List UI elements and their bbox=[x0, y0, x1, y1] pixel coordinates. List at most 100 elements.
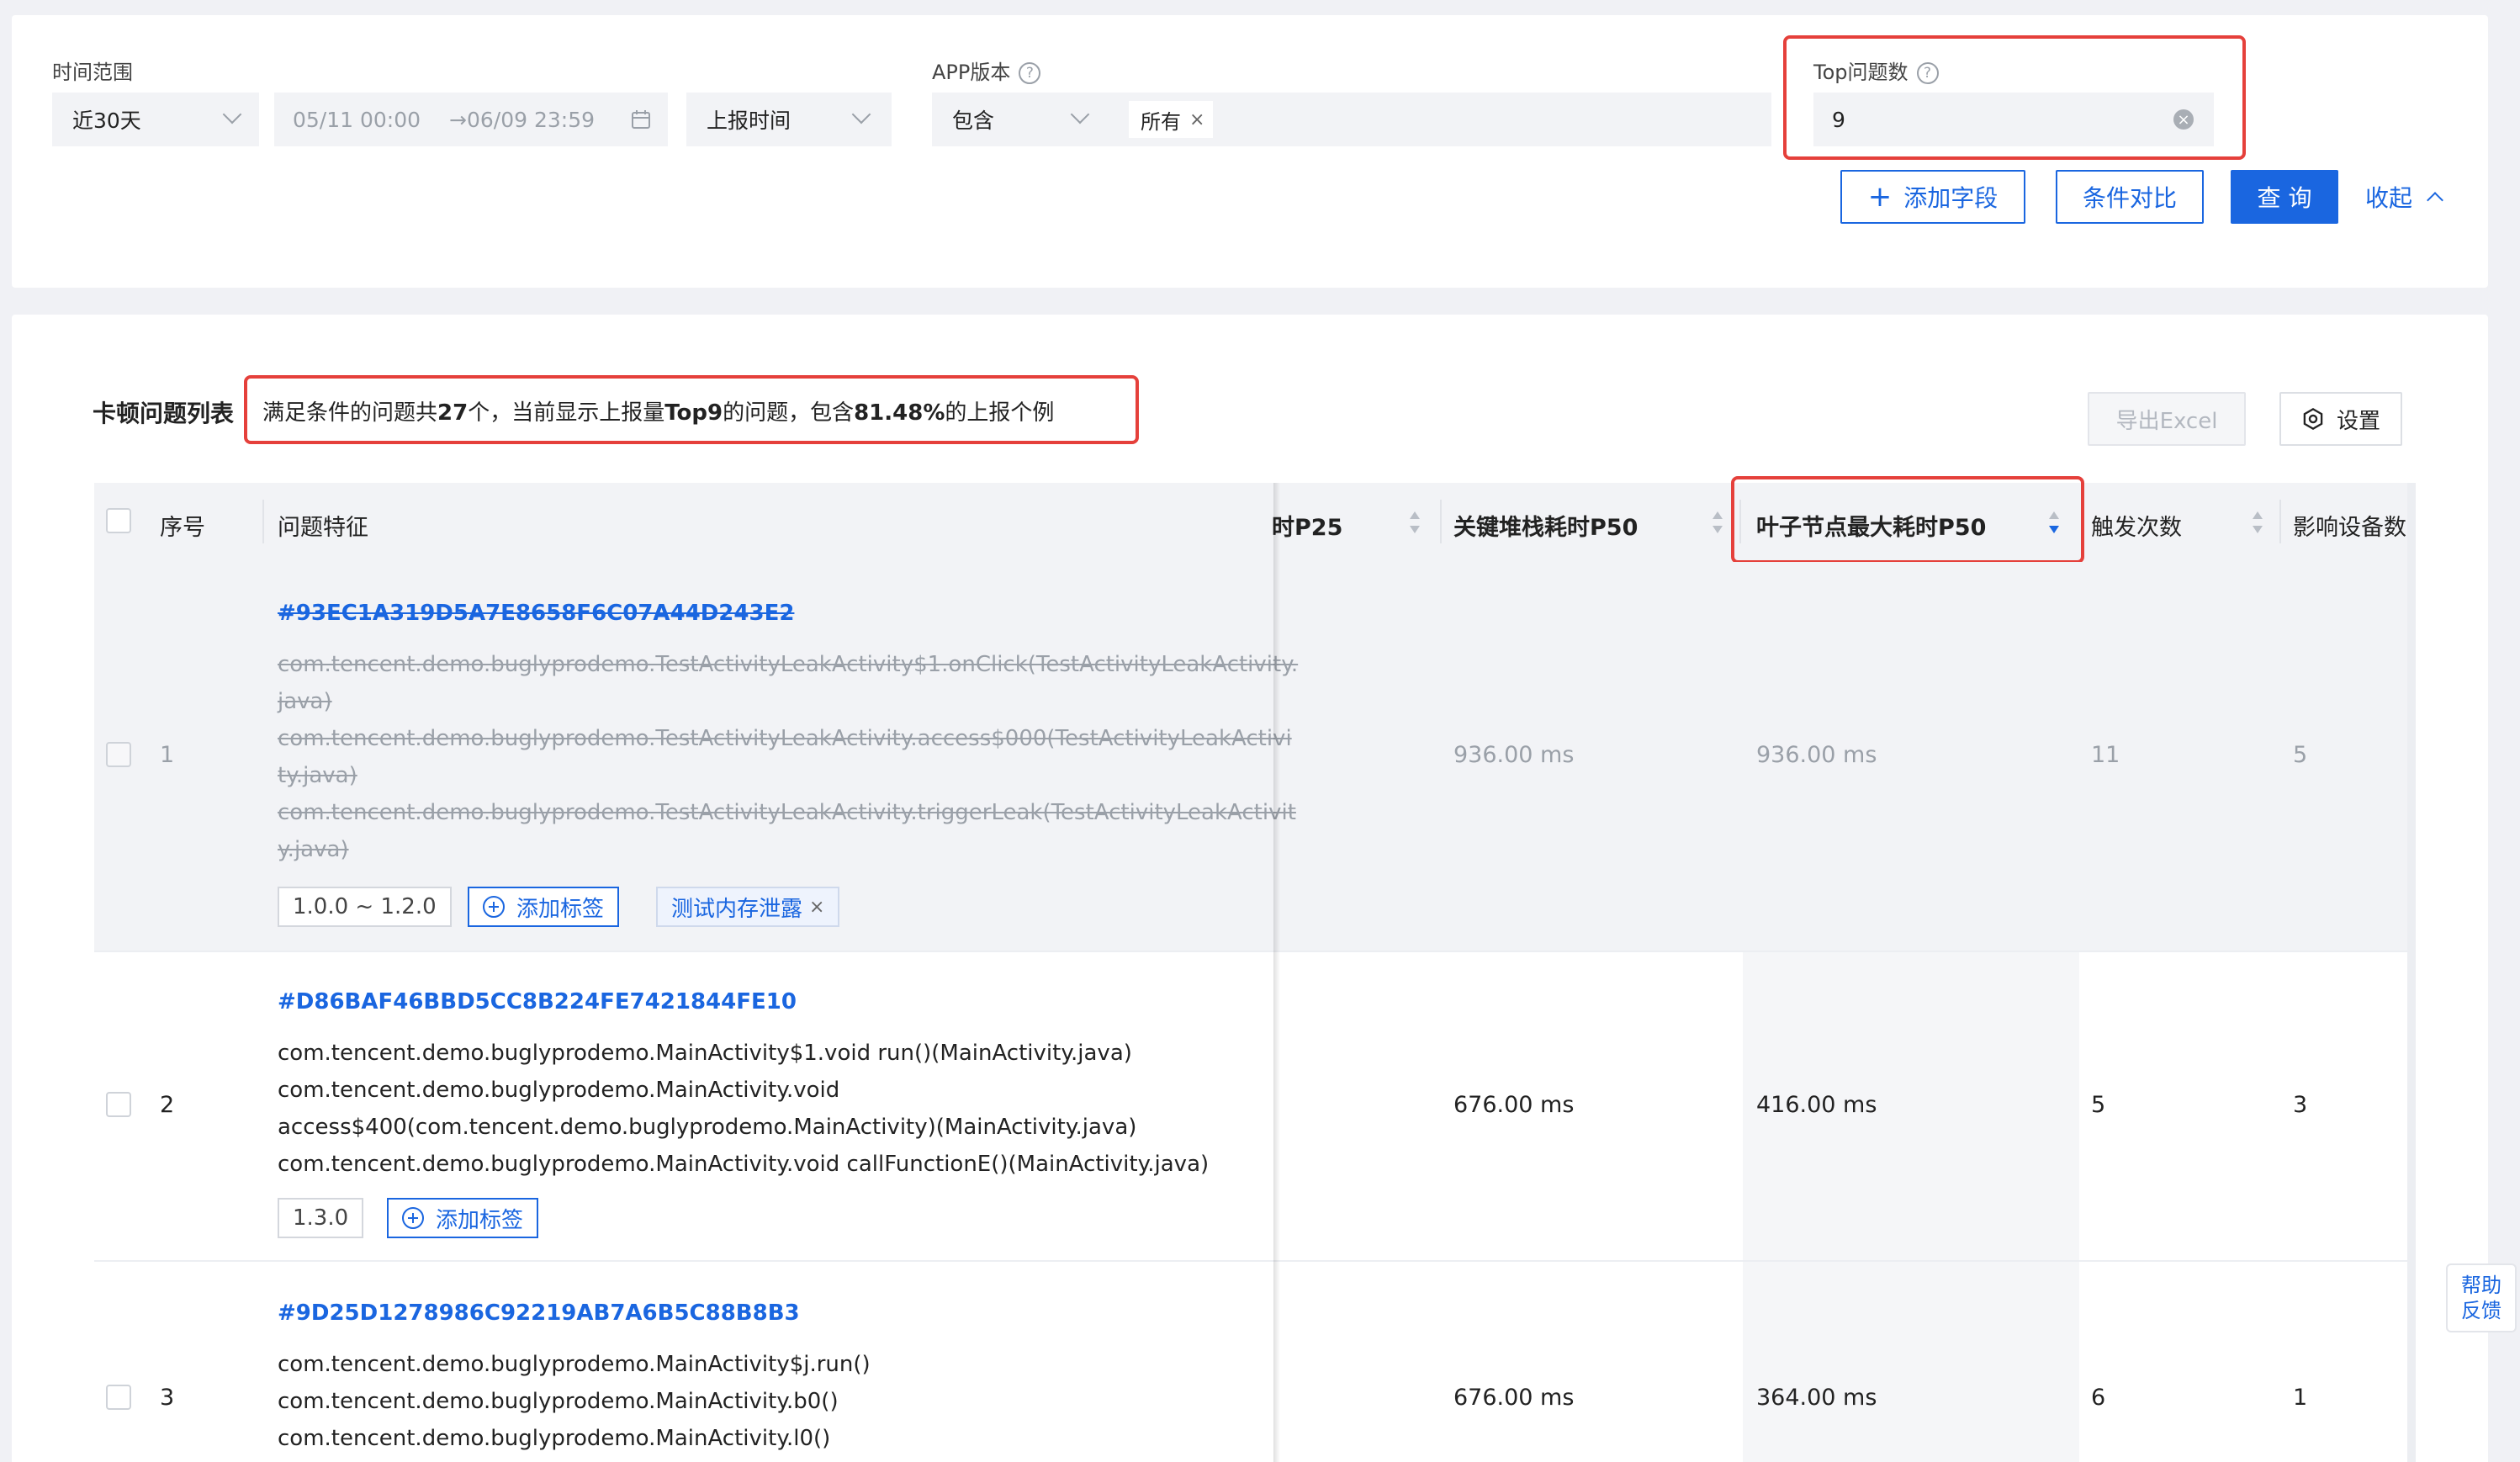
add-tag-button[interactable]: 添加标签 bbox=[387, 1198, 539, 1238]
export-excel-button[interactable]: 导出Excel bbox=[2088, 392, 2246, 446]
date-range-picker[interactable]: 05/11 00:00 → 06/09 23:59 bbox=[274, 93, 668, 146]
query-button[interactable]: 查 询 bbox=[2231, 170, 2338, 224]
summary-prefix: 满足条件的问题共 bbox=[262, 400, 438, 426]
help-icon[interactable]: ? bbox=[1019, 62, 1041, 84]
stack-line: y.java) bbox=[278, 837, 349, 862]
gear-icon bbox=[2303, 407, 2323, 431]
plus-icon: + bbox=[1867, 180, 1893, 214]
issue-stack: com.tencent.demo.buglyprodemo.TestActivi… bbox=[278, 646, 1299, 868]
list-title: 卡顿问题列表 bbox=[93, 400, 235, 427]
app-version-filter: 包含 所有 × bbox=[932, 93, 1771, 146]
stack-line: com.tencent.demo.buglyprodemo.TestActivi… bbox=[278, 652, 1299, 677]
list-summary: 满足条件的问题共27个，当前显示上报量Top9的问题，包含81.48%的上报个例 bbox=[262, 395, 1054, 426]
add-tag-button[interactable]: 添加标签 bbox=[468, 887, 620, 927]
sorted-column-cell bbox=[1743, 1262, 2079, 1462]
chevron-up-icon bbox=[2427, 192, 2443, 209]
stack-line: com.tencent.demo.buglyprodemo.MainActivi… bbox=[278, 1078, 840, 1103]
add-circle-icon bbox=[483, 896, 505, 918]
time-range-label: 时间范围 bbox=[52, 61, 133, 84]
sort-icon[interactable] bbox=[2253, 510, 2263, 535]
column-devices[interactable]: 影响设备数 bbox=[2293, 509, 2407, 542]
issue-hash-link[interactable]: #9D25D1278986C92219AB7A6B5C88B8B3 bbox=[278, 1300, 800, 1326]
settings-button[interactable]: 设置 bbox=[2279, 392, 2402, 446]
column-p25[interactable]: 时P25 bbox=[1272, 509, 1342, 542]
row-checkbox[interactable] bbox=[106, 1092, 131, 1117]
issue-stack: com.tencent.demo.buglyprodemo.MainActivi… bbox=[278, 1346, 1262, 1457]
select-all-checkbox[interactable] bbox=[106, 508, 131, 533]
add-tag-label: 添加标签 bbox=[436, 1207, 524, 1233]
add-field-button[interactable]: + 添加字段 bbox=[1840, 170, 2025, 224]
help-feedback-button[interactable]: 帮助 反馈 bbox=[2446, 1263, 2517, 1332]
trigger-value: 11 bbox=[2091, 742, 2120, 768]
top-count-value: 9 bbox=[1832, 107, 1845, 132]
row-index: 1 bbox=[160, 742, 175, 768]
sort-icon[interactable] bbox=[1410, 510, 1420, 535]
help-icon[interactable]: ? bbox=[1916, 62, 1939, 84]
stack-line: java) bbox=[278, 689, 332, 714]
app-version-op: 包含 bbox=[952, 109, 995, 133]
summary-count: 27 bbox=[437, 400, 469, 426]
trigger-value: 6 bbox=[2091, 1385, 2106, 1411]
sort-icon[interactable] bbox=[2049, 510, 2059, 535]
compare-button[interactable]: 条件对比 bbox=[2056, 170, 2204, 224]
help-label: 帮助 bbox=[2461, 1274, 2501, 1297]
top-count-input[interactable]: 9 × bbox=[1813, 93, 2214, 146]
leaf-p50-value: 416.00 ms bbox=[1756, 1092, 1877, 1118]
column-stack-p50[interactable]: 关键堆栈耗时P50 bbox=[1453, 509, 1638, 542]
row-checkbox[interactable] bbox=[106, 742, 131, 767]
column-divider bbox=[1440, 500, 1442, 543]
collapse-button[interactable]: 收起 bbox=[2365, 180, 2443, 214]
app-version-tag: 所有 × bbox=[1129, 101, 1214, 138]
settings-label: 设置 bbox=[2336, 408, 2380, 434]
stack-p50-value: 676.00 ms bbox=[1453, 1385, 1575, 1411]
horizontal-scroll-edge bbox=[2407, 483, 2416, 1462]
devices-value: 1 bbox=[2293, 1385, 2308, 1411]
collapse-label: 收起 bbox=[2365, 184, 2413, 212]
stack-line: com.tencent.demo.buglyprodemo.TestActivi… bbox=[278, 800, 1296, 825]
custom-tag: 测试内存泄露 × bbox=[656, 887, 840, 927]
issue-hash-link[interactable]: #D86BAF46BBD5CC8B224FE7421844FE10 bbox=[278, 989, 797, 1014]
issue-hash-link[interactable]: #93EC1A319D5A7E8658F6C07A44D243E2 bbox=[278, 601, 794, 626]
version-tag: 1.0.0 ~ 1.2.0 bbox=[278, 887, 452, 927]
time-type-select[interactable]: 上报时间 bbox=[686, 93, 892, 146]
version-tag: 1.3.0 bbox=[278, 1198, 364, 1238]
add-field-label: 添加字段 bbox=[1903, 184, 1999, 212]
close-icon[interactable]: × bbox=[809, 897, 824, 918]
row-index: 3 bbox=[160, 1385, 175, 1411]
summary-top: Top9 bbox=[664, 400, 723, 426]
date-arrow: → bbox=[449, 107, 467, 132]
stack-line: com.tencent.demo.buglyprodemo.MainActivi… bbox=[278, 1426, 831, 1451]
summary-percent: 81.48% bbox=[854, 400, 945, 426]
top-count-label-text: Top问题数 bbox=[1813, 61, 1909, 84]
chevron-down-icon bbox=[222, 104, 242, 124]
add-circle-icon bbox=[402, 1207, 424, 1229]
clear-icon[interactable]: × bbox=[2173, 109, 2194, 130]
stack-line: access$400(com.tencent.demo.buglyprodemo… bbox=[278, 1115, 1137, 1140]
trigger-value: 5 bbox=[2091, 1092, 2106, 1118]
time-range-value: 近30天 bbox=[72, 109, 141, 133]
date-end: 06/09 23:59 bbox=[467, 107, 596, 132]
time-type-value: 上报时间 bbox=[707, 109, 791, 133]
sort-icon[interactable] bbox=[1713, 510, 1723, 535]
column-index: 序号 bbox=[160, 515, 205, 541]
app-version-label-text: APP版本 bbox=[932, 61, 1011, 84]
row-checkbox[interactable] bbox=[106, 1385, 131, 1410]
custom-tag-label: 测试内存泄露 bbox=[671, 896, 803, 922]
column-trigger[interactable]: 触发次数 bbox=[2091, 509, 2182, 542]
stack-p50-value: 676.00 ms bbox=[1453, 1092, 1575, 1118]
app-version-op-select[interactable]: 包含 bbox=[932, 93, 1117, 146]
issue-stack: com.tencent.demo.buglyprodemo.MainActivi… bbox=[278, 1035, 1262, 1183]
stack-line: com.tencent.demo.buglyprodemo.MainActivi… bbox=[278, 1352, 871, 1377]
column-divider bbox=[2279, 500, 2281, 543]
date-start: 05/11 00:00 bbox=[293, 107, 421, 132]
add-tag-label: 添加标签 bbox=[516, 896, 605, 922]
close-icon[interactable]: × bbox=[1189, 109, 1204, 130]
row-index: 2 bbox=[160, 1092, 175, 1118]
devices-value: 3 bbox=[2293, 1092, 2308, 1118]
time-range-select[interactable]: 近30天 bbox=[52, 93, 259, 146]
summary-mid2: 的问题，包含 bbox=[723, 400, 855, 426]
stack-line: ty.java) bbox=[278, 763, 357, 788]
stack-line: com.tencent.demo.buglyprodemo.MainActivi… bbox=[278, 1041, 1132, 1066]
feedback-label: 反馈 bbox=[2461, 1299, 2501, 1322]
column-leaf-p50[interactable]: 叶子节点最大耗时P50 bbox=[1756, 509, 1986, 542]
